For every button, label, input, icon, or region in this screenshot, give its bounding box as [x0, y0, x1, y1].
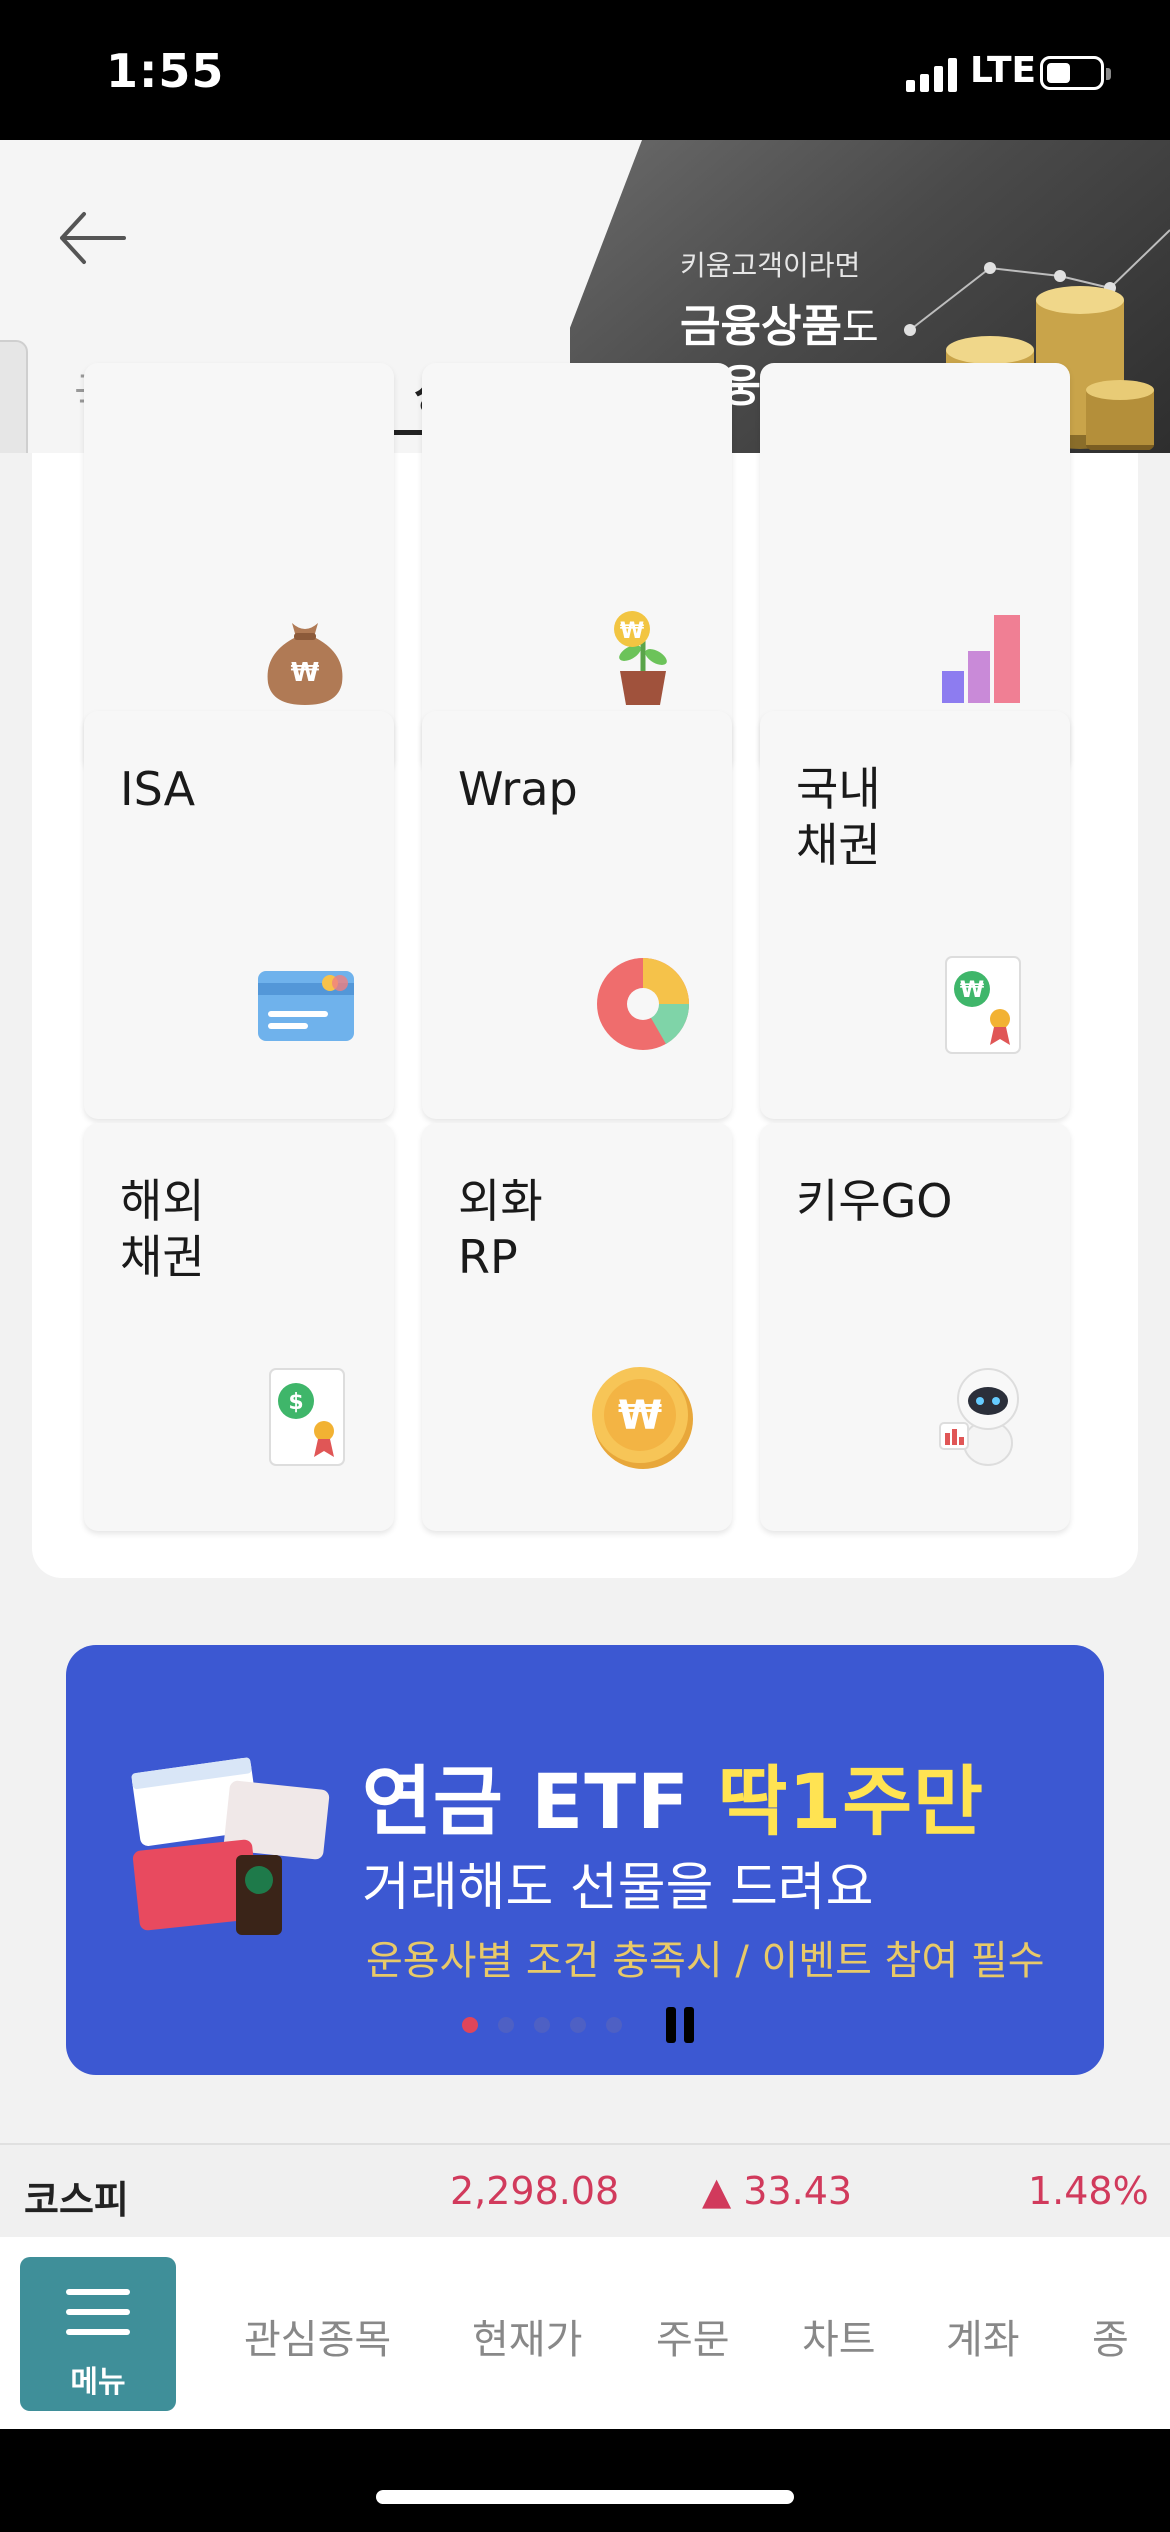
credit-card-icon: [258, 971, 354, 1041]
back-arrow-icon[interactable]: [54, 198, 134, 278]
carousel-dot[interactable]: [534, 2017, 550, 2033]
banner-caption: 키움고객이라면: [680, 249, 861, 282]
home-indicator-area: [0, 2429, 1170, 2532]
product-card-2[interactable]: [760, 363, 1070, 771]
product-card-wrap[interactable]: Wrap: [422, 711, 732, 1119]
promo-title: 연금 ETF 딱1주만: [362, 1757, 985, 1846]
home-indicator[interactable]: [376, 2490, 794, 2504]
svg-text:$: $: [288, 1390, 303, 1415]
svg-text:₩: ₩: [960, 978, 984, 1003]
product-card-domestic-bond[interactable]: 국내 채권 ₩: [760, 711, 1070, 1119]
carousel-dot[interactable]: [570, 2017, 586, 2033]
carousel-page-indicator: [462, 2017, 642, 2037]
status-bar: 1:55 LTE: [0, 0, 1170, 140]
carousel-dot[interactable]: [498, 2017, 514, 2033]
product-card-isa[interactable]: ISA: [84, 711, 394, 1119]
won-bond-certificate-icon: ₩: [945, 956, 1021, 1054]
svg-text:₩: ₩: [620, 619, 644, 644]
product-label: Wrap: [458, 762, 578, 816]
bottom-nav: 메뉴 관심종목 현재가 주문 차트 계좌 종: [0, 2237, 1170, 2429]
robot-icon: [939, 1368, 1019, 1466]
etf-promo-banner[interactable]: 연금 ETF 딱1주만 거래해도 선물을 드려요 운용사별 조건 충족시 / 이…: [66, 1645, 1104, 2075]
nav-current-price[interactable]: 현재가: [472, 2307, 582, 2365]
svg-text:₩: ₩: [291, 658, 320, 688]
carousel-dot[interactable]: [606, 2017, 622, 2033]
nav-chart[interactable]: 차트: [802, 2307, 876, 2365]
battery-icon: [1040, 56, 1111, 90]
banner-title-line1: 금융상품도: [680, 301, 879, 352]
product-grid: ₩ ₩ ISA Wrap 국내 채권 ₩ 해외 채권 $ 외화 RP ₩ 키우G…: [32, 363, 1138, 1578]
plant-pot-icon: ₩: [614, 611, 667, 705]
side-drawer-handle[interactable]: [0, 340, 28, 453]
index-change: ▲ 33.43: [702, 2169, 853, 2213]
money-bag-icon: ₩: [267, 623, 343, 705]
hamburger-icon: [66, 2289, 130, 2349]
product-label: 외화 RP: [458, 1174, 543, 1284]
nav-order[interactable]: 주문: [656, 2307, 730, 2365]
product-card-1[interactable]: ₩: [422, 363, 732, 771]
bar-chart-icon: [942, 615, 1020, 703]
gift-cards-icon: [131, 1757, 330, 1935]
index-percent: 1.48%: [1028, 2169, 1149, 2213]
pie-chart-icon: [597, 958, 690, 1050]
index-value: 2,298.08: [450, 2169, 620, 2213]
nav-more-truncated[interactable]: 종: [1092, 2307, 1132, 2365]
product-card-0[interactable]: ₩: [84, 363, 394, 771]
carousel-dot[interactable]: [462, 2017, 478, 2033]
nav-account[interactable]: 계좌: [946, 2307, 1020, 2365]
pause-icon[interactable]: [666, 2007, 696, 2043]
market-ticker[interactable]: 코스피 2,298.08 ▲ 33.43 1.48%: [0, 2143, 1170, 2239]
nav-watchlist[interactable]: 관심종목: [244, 2307, 391, 2365]
product-card-fx-rp[interactable]: 외화 RP ₩: [422, 1123, 732, 1531]
menu-button[interactable]: 메뉴: [20, 2257, 176, 2411]
dollar-bond-certificate-icon: $: [269, 1368, 345, 1466]
product-label: 키우GO: [796, 1174, 953, 1228]
index-name: 코스피: [24, 2178, 129, 2222]
product-label: 국내 채권: [796, 762, 881, 872]
promo-subtitle: 거래해도 선물을 드려요: [362, 1858, 874, 1918]
network-type: LTE: [970, 50, 1037, 91]
signal-icon: [906, 56, 958, 92]
clock: 1:55: [106, 44, 225, 98]
menu-label: 메뉴: [70, 2365, 126, 2400]
won-coin-icon: ₩: [592, 1367, 693, 1469]
product-label: ISA: [120, 762, 196, 816]
product-card-kiwoo-go[interactable]: 키우GO: [760, 1123, 1070, 1531]
promo-condition: 운용사별 조건 충족시 / 이벤트 참여 필수: [366, 1938, 1045, 1984]
product-label: 해외 채권: [120, 1174, 205, 1284]
product-card-overseas-bond[interactable]: 해외 채권 $: [84, 1123, 394, 1531]
svg-text:₩: ₩: [618, 1393, 662, 1439]
